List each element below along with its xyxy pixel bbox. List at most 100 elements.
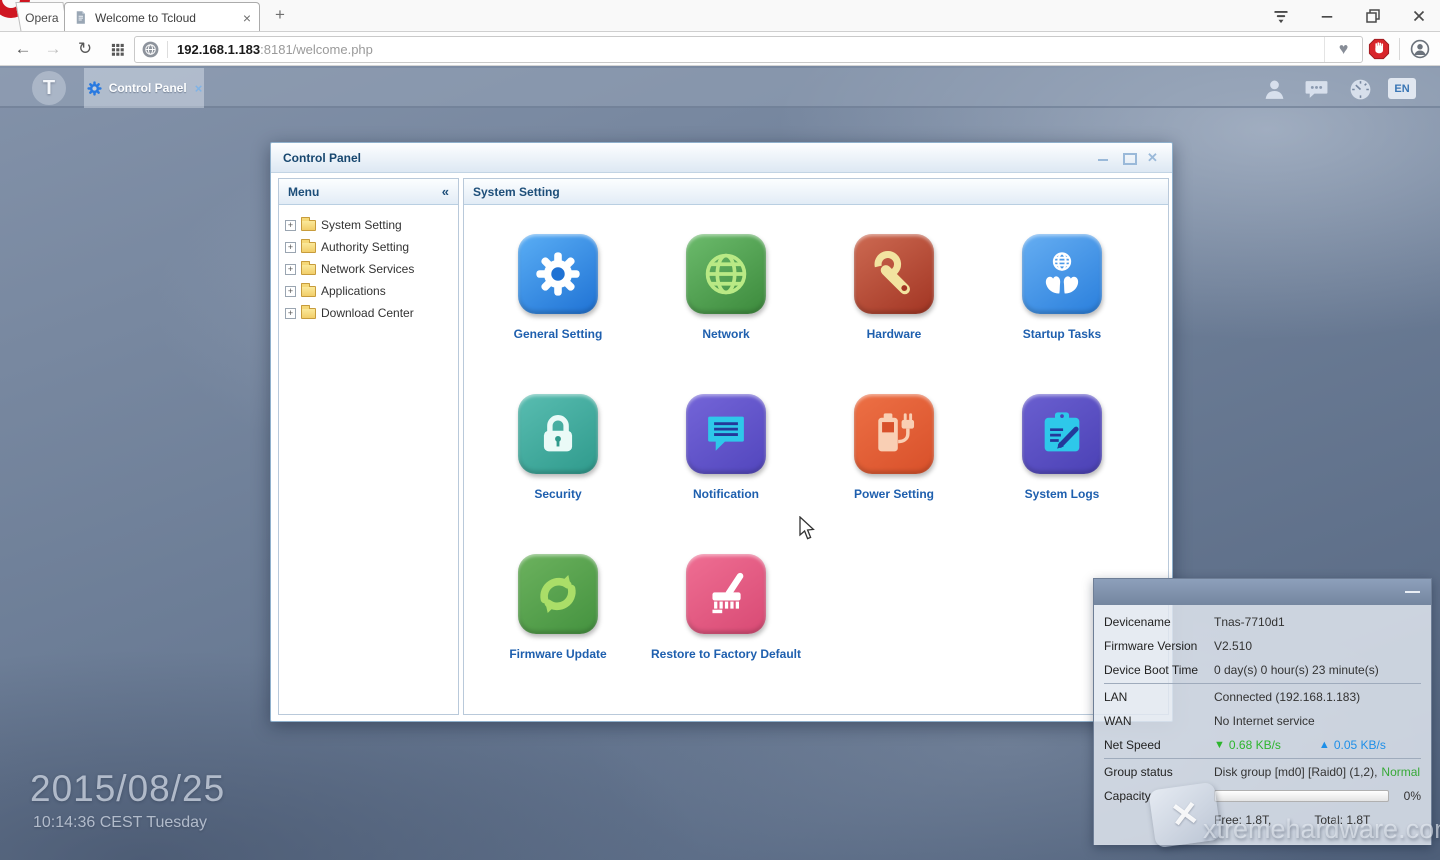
app-hardware[interactable]: Hardware bbox=[810, 234, 978, 394]
widget-minimize-icon[interactable] bbox=[1405, 591, 1420, 593]
site-badge-icon[interactable] bbox=[141, 40, 160, 59]
hands-globe-icon bbox=[1022, 234, 1102, 314]
page-tab-label: Control Panel bbox=[109, 81, 187, 95]
address-bar[interactable]: 192.168.1.183 :8181/welcome.php ♥ bbox=[134, 36, 1363, 63]
opera-brand-label: Opera bbox=[25, 11, 58, 25]
upload-value: 0.05 KB/s bbox=[1334, 738, 1386, 752]
tab-close-icon[interactable]: × bbox=[243, 11, 251, 25]
panel-close-icon[interactable]: ✕ bbox=[1147, 152, 1160, 163]
back-button[interactable]: ← bbox=[10, 32, 36, 66]
collapse-panel-icon[interactable]: « bbox=[442, 184, 449, 199]
toolbar-divider bbox=[1399, 38, 1400, 60]
speed-dial-icon[interactable] bbox=[104, 32, 130, 66]
url-host: 192.168.1.183 bbox=[177, 42, 260, 57]
menu-header: Menu « bbox=[279, 179, 458, 205]
window-titlebar[interactable]: Control Panel ✕ bbox=[271, 143, 1172, 173]
app-label: Notification bbox=[693, 487, 759, 501]
opera-menu-button[interactable]: Opera bbox=[15, 2, 68, 32]
widget-row-boot-time: Device Boot Time 0 day(s) 0 hour(s) 23 m… bbox=[1104, 658, 1421, 682]
download-speed: ▼ 0.68 KB/s bbox=[1214, 738, 1281, 752]
tree-label: Applications bbox=[321, 284, 386, 298]
clipboard-icon bbox=[1022, 394, 1102, 474]
desktop-time: 10:14:36 CEST Tuesday bbox=[33, 814, 207, 832]
content-header: System Setting bbox=[464, 179, 1168, 205]
folder-icon bbox=[301, 308, 316, 319]
app-restore-factory-default[interactable]: Restore to Factory Default bbox=[642, 554, 810, 714]
message-bubble-icon[interactable] bbox=[1304, 77, 1329, 100]
user-icon[interactable] bbox=[1262, 77, 1287, 100]
panel-minimize-icon[interactable] bbox=[1097, 152, 1110, 163]
app-network[interactable]: Network bbox=[642, 234, 810, 394]
row-label: Net Speed bbox=[1104, 738, 1214, 752]
row-label: Group status bbox=[1104, 765, 1214, 779]
wrench-icon bbox=[854, 234, 934, 314]
brush-icon bbox=[686, 554, 766, 634]
widget-divider bbox=[1104, 758, 1421, 759]
tcloud-logo[interactable]: T bbox=[32, 71, 66, 105]
expand-icon[interactable]: + bbox=[285, 308, 296, 319]
browser-tab[interactable]: Welcome to Tcloud × bbox=[64, 2, 260, 32]
control-panel-window: Control Panel ✕ Menu « + System Setting … bbox=[270, 142, 1173, 722]
toolbar-right bbox=[1368, 32, 1440, 66]
app-label: Firmware Update bbox=[509, 647, 606, 661]
app-power-setting[interactable]: Power Setting bbox=[810, 394, 978, 554]
tree-item-applications[interactable]: + Applications bbox=[285, 280, 454, 302]
mouse-cursor-icon bbox=[797, 516, 817, 542]
panel-maximize-icon[interactable] bbox=[1122, 152, 1135, 163]
tree-item-network-services[interactable]: + Network Services bbox=[285, 258, 454, 280]
tree-item-authority-setting[interactable]: + Authority Setting bbox=[285, 236, 454, 258]
row-label: Firmware Version bbox=[1104, 639, 1214, 653]
profile-icon[interactable] bbox=[1409, 38, 1431, 60]
widget-row-net-speed: Net Speed ▼ 0.68 KB/s ▲ 0.05 KB/s bbox=[1104, 733, 1421, 757]
gear-icon bbox=[86, 80, 103, 97]
row-value: 0 day(s) 0 hour(s) 23 minute(s) bbox=[1214, 663, 1379, 677]
app-label: Hardware bbox=[867, 327, 922, 341]
expand-icon[interactable]: + bbox=[285, 264, 296, 275]
page-tab-control-panel[interactable]: Control Panel × bbox=[84, 68, 204, 108]
app-label: General Setting bbox=[514, 327, 603, 341]
reload-button[interactable]: ↻ bbox=[72, 32, 98, 66]
bookmark-heart-icon[interactable]: ♥ bbox=[1324, 37, 1362, 62]
app-notification[interactable]: Notification bbox=[642, 394, 810, 554]
widget-body: Devicename Tnas-7710d1 Firmware Version … bbox=[1094, 605, 1431, 845]
menu-title: Menu bbox=[288, 185, 319, 199]
watermark-x: ✕ bbox=[1168, 793, 1202, 837]
row-label: Devicename bbox=[1104, 615, 1214, 629]
url-separator bbox=[167, 41, 168, 58]
expand-icon[interactable]: + bbox=[285, 242, 296, 253]
app-system-logs[interactable]: System Logs bbox=[978, 394, 1146, 554]
menu-tree: + System Setting + Authority Setting + N… bbox=[279, 205, 458, 324]
folder-icon bbox=[301, 242, 316, 253]
folder-icon bbox=[301, 286, 316, 297]
app-firmware-update[interactable]: Firmware Update bbox=[474, 554, 642, 714]
restore-window-button[interactable] bbox=[1358, 3, 1388, 29]
minimize-window-button[interactable] bbox=[1312, 3, 1342, 29]
system-status-widget: Devicename Tnas-7710d1 Firmware Version … bbox=[1093, 578, 1432, 845]
app-general-setting[interactable]: General Setting bbox=[474, 234, 642, 394]
forward-button[interactable]: → bbox=[40, 32, 66, 66]
widget-row-wan: WAN No Internet service bbox=[1104, 709, 1421, 733]
app-security[interactable]: Security bbox=[474, 394, 642, 554]
capacity-progress-bar bbox=[1214, 790, 1389, 802]
browser-window-controls bbox=[1266, 0, 1434, 32]
app-startup-tasks[interactable]: Startup Tasks bbox=[978, 234, 1146, 394]
tree-item-download-center[interactable]: + Download Center bbox=[285, 302, 454, 324]
app-label: Security bbox=[534, 487, 581, 501]
page-tab-close-icon[interactable]: × bbox=[195, 81, 203, 96]
capacity-percent: 0% bbox=[1404, 789, 1421, 803]
close-window-button[interactable] bbox=[1404, 3, 1434, 29]
upload-arrow-icon: ▲ bbox=[1319, 739, 1330, 751]
language-button[interactable]: EN bbox=[1388, 78, 1416, 99]
opera-easy-setup-icon[interactable] bbox=[1266, 3, 1296, 29]
widget-row-devicename: Devicename Tnas-7710d1 bbox=[1104, 610, 1421, 634]
expand-icon[interactable]: + bbox=[285, 286, 296, 297]
expand-icon[interactable]: + bbox=[285, 220, 296, 231]
adblock-hand-icon[interactable] bbox=[1368, 38, 1390, 60]
gear-icon bbox=[518, 234, 598, 314]
globe-icon bbox=[686, 234, 766, 314]
new-tab-button[interactable]: + bbox=[270, 5, 290, 25]
desktop-date: 2015/08/25 bbox=[30, 768, 225, 810]
resource-monitor-icon[interactable] bbox=[1348, 77, 1373, 100]
widget-header[interactable] bbox=[1094, 579, 1431, 605]
tree-item-system-setting[interactable]: + System Setting bbox=[285, 214, 454, 236]
